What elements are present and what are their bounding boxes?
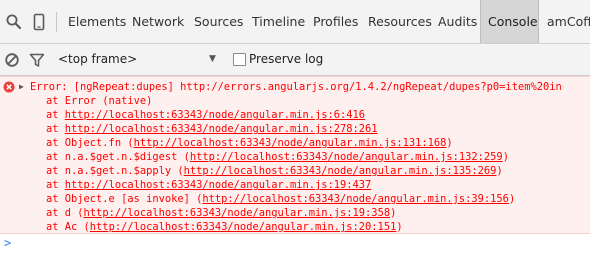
stack-line: at http://localhost:63343/node/angular.m… <box>46 122 378 136</box>
stack-line-link[interactable]: http://localhost:63343/node/angular.min.… <box>184 165 497 177</box>
stack-line: at Ac (http://localhost:63343/node/angul… <box>46 220 403 234</box>
console-output: ▶ Error: [ngRepeat:dupes] http://errors.… <box>0 76 590 271</box>
frame-select-value: <top frame> <box>58 52 138 66</box>
devtools-window: Elements Network Sources Timeline Profil… <box>0 0 590 271</box>
tab-elements[interactable]: Elements <box>68 0 126 43</box>
mobile-device-icon[interactable] <box>30 13 48 31</box>
stack-line-prefix: at <box>46 179 65 191</box>
tab-profiles[interactable]: Profiles <box>313 0 358 43</box>
stack-line-prefix: at d ( <box>46 207 84 219</box>
stack-line-suffix: ) <box>502 151 509 163</box>
tab-timeline[interactable]: Timeline <box>252 0 305 43</box>
tab-resources[interactable]: Resources <box>368 0 432 43</box>
filter-icon[interactable] <box>29 52 45 68</box>
frame-select[interactable]: <top frame> ▼ <box>58 44 223 75</box>
console-filter-bar: <top frame> ▼ Preserve log <box>0 44 590 76</box>
stack-line: at n.a.$get.n.$digest (http://localhost:… <box>46 150 509 164</box>
disclosure-triangle-icon[interactable]: ▶ <box>19 80 24 93</box>
stack-line-link[interactable]: http://localhost:63343/node/angular.min.… <box>65 179 372 191</box>
stack-line-prefix: at <box>46 123 65 135</box>
tab-network[interactable]: Network <box>132 0 184 43</box>
devtools-tabbar: Elements Network Sources Timeline Profil… <box>0 0 590 44</box>
preserve-log-checkbox[interactable] <box>233 53 246 66</box>
clear-console-icon[interactable] <box>4 52 20 68</box>
stack-line-link[interactable]: http://localhost:63343/node/angular.min.… <box>90 221 397 233</box>
tab-sources[interactable]: Sources <box>194 0 243 43</box>
stack-line-link[interactable]: http://localhost:63343/node/angular.min.… <box>65 109 365 121</box>
stack-line-suffix: ) <box>496 165 503 177</box>
stack-line-prefix: at Object.e [as invoke] ( <box>46 193 203 205</box>
stack-line: at d (http://localhost:63343/node/angula… <box>46 206 396 220</box>
stack-line-prefix: at Ac ( <box>46 221 90 233</box>
stack-line: at n.a.$get.n.$apply (http://localhost:6… <box>46 164 503 178</box>
error-header-text: Error: [ngRepeat:dupes] <box>30 81 181 93</box>
stack-line-prefix: at n.a.$get.n.$digest ( <box>46 151 190 163</box>
stack-line-link[interactable]: http://localhost:63343/node/angular.min.… <box>190 151 503 163</box>
stack-line-suffix: ) <box>396 221 403 233</box>
error-message: ▶ Error: [ngRepeat:dupes] http://errors.… <box>0 76 590 234</box>
stack-line: at http://localhost:63343/node/angular.m… <box>46 178 371 192</box>
stack-line-prefix: at Error (native) <box>46 95 153 107</box>
console-prompt[interactable]: > <box>4 236 11 250</box>
stack-line-prefix: at <box>46 109 65 121</box>
stack-line-link[interactable]: http://localhost:63343/node/angular.min.… <box>65 123 378 135</box>
stack-line: at http://localhost:63343/node/angular.m… <box>46 108 365 122</box>
stack-line-link[interactable]: http://localhost:63343/node/angular.min.… <box>134 137 447 149</box>
stack-line-prefix: at n.a.$get.n.$apply ( <box>46 165 184 177</box>
dropdown-caret-icon: ▼ <box>209 54 216 64</box>
toolbar-divider <box>56 12 57 32</box>
stack-line-link[interactable]: http://localhost:63343/node/angular.min.… <box>84 207 391 219</box>
error-icon <box>3 81 15 93</box>
stack-line-suffix: ) <box>446 137 453 149</box>
stack-line-link[interactable]: http://localhost:63343/node/angular.min.… <box>202 193 509 205</box>
stack-line: at Object.fn (http://localhost:63343/nod… <box>46 136 453 150</box>
stack-line-suffix: ) <box>508 193 516 205</box>
tab-console[interactable]: Console <box>480 0 539 43</box>
preserve-log-label[interactable]: Preserve log <box>249 44 323 75</box>
stack-line: at Object.e [as invoke] (http://localhos… <box>46 192 515 206</box>
stack-line: at Error (native) <box>46 94 152 108</box>
error-header-link[interactable]: http://errors.angularjs.org/1.4.2/ngRepe… <box>180 81 562 93</box>
stack-line-prefix: at Object.fn ( <box>46 137 134 149</box>
error-header: Error: [ngRepeat:dupes] http://errors.an… <box>30 80 562 94</box>
tab-audits[interactable]: Audits <box>438 0 477 43</box>
magnifier-icon[interactable] <box>5 13 23 31</box>
stack-line-suffix: ) <box>390 207 397 219</box>
tab-amcoffee[interactable]: amCoffee <box>547 0 590 43</box>
